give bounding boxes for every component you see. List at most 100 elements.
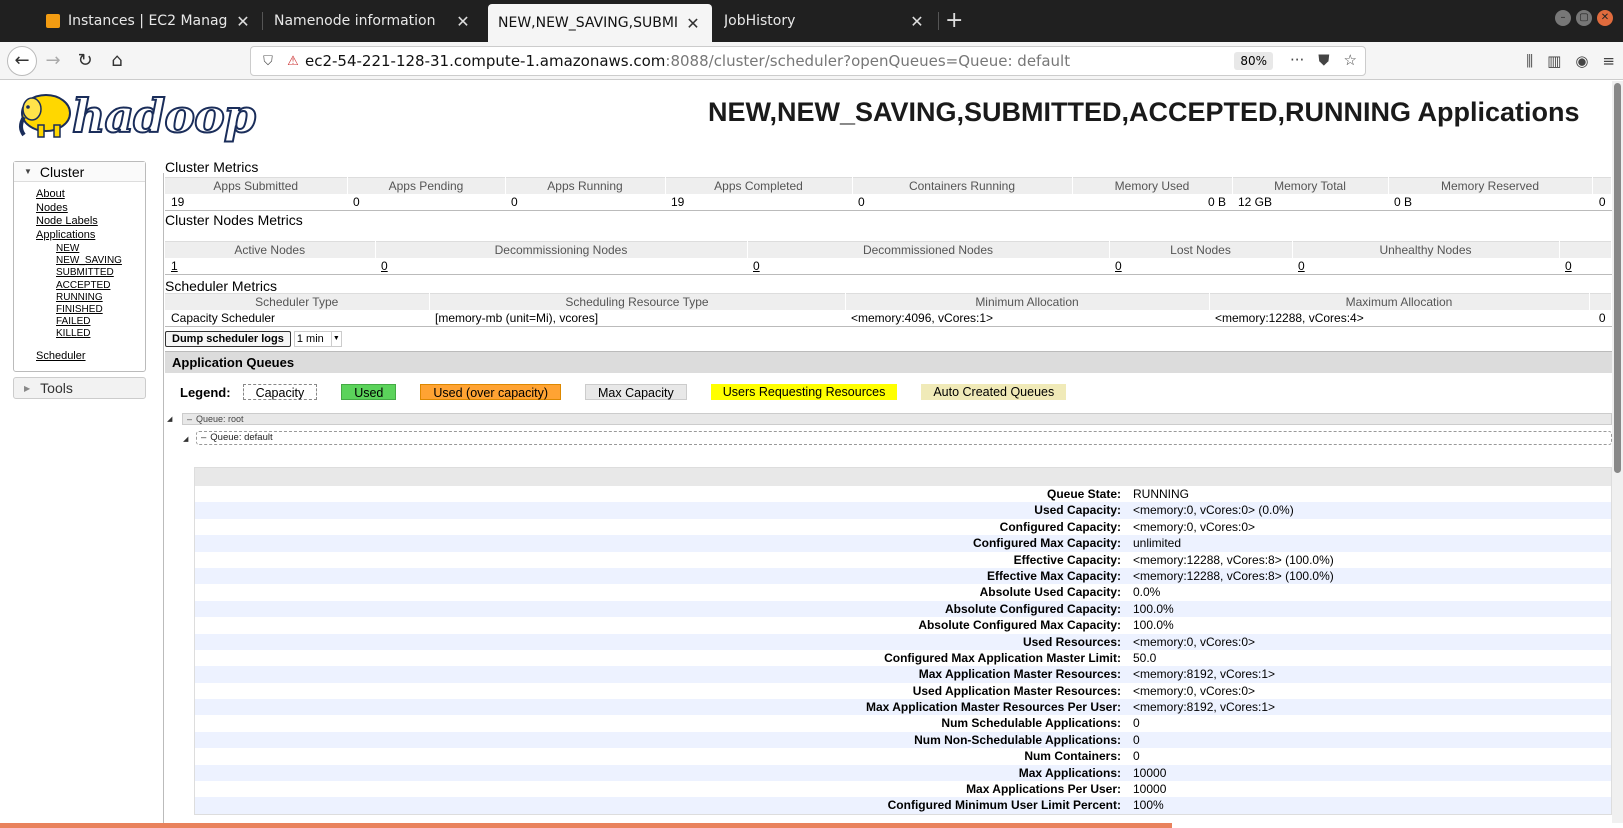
sidebar-link-nodes[interactable]: Nodes — [36, 202, 145, 216]
tools-section[interactable]: ▶ Tools — [13, 377, 146, 400]
column-header[interactable]: Scheduling Resource Type — [429, 293, 846, 310]
scrollbar-thumb[interactable] — [1614, 83, 1621, 473]
detail-value: 10000 — [1133, 765, 1167, 780]
column-header[interactable]: Maximum Allocation — [1209, 293, 1590, 310]
more-actions-icon[interactable]: ··· — [1290, 51, 1304, 69]
sidebar-link-new[interactable]: NEW — [56, 243, 145, 255]
tab-ec2-instances[interactable]: Instances | EC2 Managem ✕ — [36, 4, 262, 38]
bookmark-star-icon[interactable]: ☆ — [1344, 51, 1357, 69]
queue-root[interactable]: ◢ – Queue: root — [167, 413, 1612, 425]
column-header[interactable]: Containers Running — [852, 177, 1073, 194]
sidebar-link-running[interactable]: RUNNING — [56, 292, 145, 304]
tree-expanded-icon[interactable]: ◢ — [167, 415, 172, 425]
home-icon[interactable]: ⌂ — [104, 48, 130, 74]
tab-separator — [938, 12, 939, 30]
table-cell: 0 — [1589, 309, 1612, 327]
detail-row: Configured Max Application Master Limit:… — [195, 650, 1611, 666]
column-header[interactable]: Decommissioned Nodes — [747, 241, 1110, 258]
sidebar-link-submitted[interactable]: SUBMITTED — [56, 267, 145, 279]
zoom-level[interactable]: 80% — [1234, 52, 1273, 70]
close-window-icon[interactable]: ✕ — [1597, 10, 1613, 26]
close-icon[interactable]: ✕ — [454, 12, 472, 31]
logo-text: hadoop — [71, 88, 257, 144]
tab-jobhistory[interactable]: JobHistory ✕ — [714, 4, 936, 38]
tab-namenode[interactable]: Namenode information ✕ — [264, 4, 482, 38]
account-icon[interactable]: ◉ — [1575, 52, 1588, 70]
detail-row: Absolute Configured Max Capacity: 100.0% — [195, 617, 1611, 633]
library-icon[interactable]: ⫼ — [1526, 52, 1533, 70]
minimize-icon[interactable]: – — [1555, 10, 1571, 26]
close-icon[interactable]: ✕ — [684, 14, 702, 33]
decommissioning-nodes-link[interactable]: 0 — [375, 257, 747, 275]
sidebar-divider — [163, 173, 164, 823]
reload-icon[interactable]: ↻ — [72, 48, 98, 74]
active-nodes-link[interactable]: 1 — [165, 257, 375, 275]
detail-key: Effective Max Capacity: — [986, 568, 1121, 583]
column-header[interactable]: Minimum Allocation — [845, 293, 1210, 310]
menu-icon[interactable]: ≡ — [1602, 52, 1615, 70]
cluster-header[interactable]: ▼ Cluster — [14, 162, 145, 182]
column-header[interactable]: Decommissioning Nodes — [375, 241, 748, 258]
column-header[interactable]: Active Nodes — [165, 241, 376, 258]
sidebar-link-node-labels[interactable]: Node Labels — [36, 215, 145, 229]
detail-value: <memory:0, vCores:0> — [1133, 519, 1256, 534]
tree-expanded-icon[interactable]: ◢ — [183, 434, 188, 446]
queue-default[interactable]: ◢ – Queue: default — [183, 431, 1612, 445]
detail-key: Configured Minimum User Limit Percent: — [887, 798, 1121, 813]
forward-arrow-icon[interactable]: → — [40, 48, 66, 74]
table-cell: 0 — [505, 193, 665, 211]
detail-key: Used Capacity: — [1034, 503, 1121, 518]
pocket-icon[interactable]: ⛊ — [1318, 51, 1329, 69]
dump-interval-select[interactable]: 1 min ▼ — [293, 331, 342, 347]
unhealthy-nodes-link[interactable]: 0 — [1292, 257, 1559, 275]
column-header[interactable]: Scheduler Type — [165, 293, 430, 310]
column-header[interactable]: Memory Used — [1072, 177, 1233, 194]
table-cell: [memory-mb (unit=Mi), vcores] — [429, 309, 845, 327]
column-header[interactable]: Apps Completed — [665, 177, 853, 194]
detail-row: Max Application Master Resources Per Use… — [195, 699, 1611, 716]
sidebar-link-new-saving[interactable]: NEW_SAVING — [56, 255, 145, 267]
column-header[interactable]: Apps Submitted — [165, 177, 348, 194]
sidebar-link-failed[interactable]: FAILED — [56, 316, 145, 328]
sidebar-link-scheduler[interactable]: Scheduler — [36, 350, 145, 364]
decommissioned-nodes-link[interactable]: 0 — [747, 257, 1109, 275]
column-header[interactable]: Unhealthy Nodes — [1292, 241, 1560, 258]
rebooted-nodes-link[interactable]: 0 — [1559, 257, 1612, 275]
column-header[interactable]: Lost Nodes — [1109, 241, 1293, 258]
sidebar-link-killed[interactable]: KILLED — [56, 328, 145, 340]
collapsed-triangle-icon: ▶ — [24, 383, 31, 393]
window-controls: – ▢ ✕ — [1555, 10, 1613, 26]
column-header[interactable]: Apps Running — [505, 177, 666, 194]
column-header[interactable]: Memory Total — [1232, 177, 1389, 194]
shield-icon[interactable]: ⛉ — [255, 54, 281, 69]
tab-applications[interactable]: NEW,NEW_SAVING,SUBMIT ✕ — [488, 4, 712, 42]
detail-row: Configured Minimum User Limit Percent: 10… — [195, 797, 1611, 814]
hadoop-logo[interactable]: hadoop — [14, 87, 257, 144]
sidebar-link-finished[interactable]: FINISHED — [56, 304, 145, 316]
detail-key: Max Application Master Resources: — [918, 667, 1121, 682]
detail-row: Used Application Master Resources: <memor… — [195, 683, 1611, 699]
vertical-scrollbar[interactable] — [1612, 81, 1623, 823]
close-icon[interactable]: ✕ — [908, 12, 926, 31]
back-arrow-icon[interactable]: ← — [7, 46, 37, 76]
detail-value: 0 — [1133, 749, 1140, 764]
detail-row: Configured Max Capacity: unlimited — [195, 535, 1611, 552]
column-header[interactable]: Memory Reserved — [1388, 177, 1593, 194]
column-header[interactable]: Apps Pending — [347, 177, 506, 194]
legend-users-requesting: Users Requesting Resources — [710, 384, 898, 400]
sidebar-link-about[interactable]: About — [36, 188, 145, 202]
maximize-icon[interactable]: ▢ — [1576, 10, 1592, 26]
sidebar-icon[interactable]: ▥ — [1547, 52, 1561, 70]
sidebar-link-accepted[interactable]: ACCEPTED — [56, 280, 145, 292]
dump-scheduler-logs-button[interactable]: Dump scheduler logs — [165, 331, 291, 347]
url-host: ec2-54-221-128-31.compute-1.amazonaws.co… — [305, 52, 666, 70]
sidebar-link-applications[interactable]: Applications — [36, 229, 145, 243]
legend-capacity: Capacity — [242, 384, 318, 400]
detail-key: Configured Max Application Master Limit: — [884, 650, 1121, 665]
insecure-lock-icon[interactable]: ⚠ — [281, 54, 305, 69]
close-icon[interactable]: ✕ — [234, 12, 252, 31]
new-tab-icon[interactable]: + — [945, 8, 963, 33]
table-cell: <memory:4096, vCores:1> — [845, 309, 1209, 327]
url-bar[interactable]: ⛉ ⚠ ec2-54-221-128-31.compute-1.amazonaw… — [250, 46, 1366, 76]
lost-nodes-link[interactable]: 0 — [1109, 257, 1292, 275]
